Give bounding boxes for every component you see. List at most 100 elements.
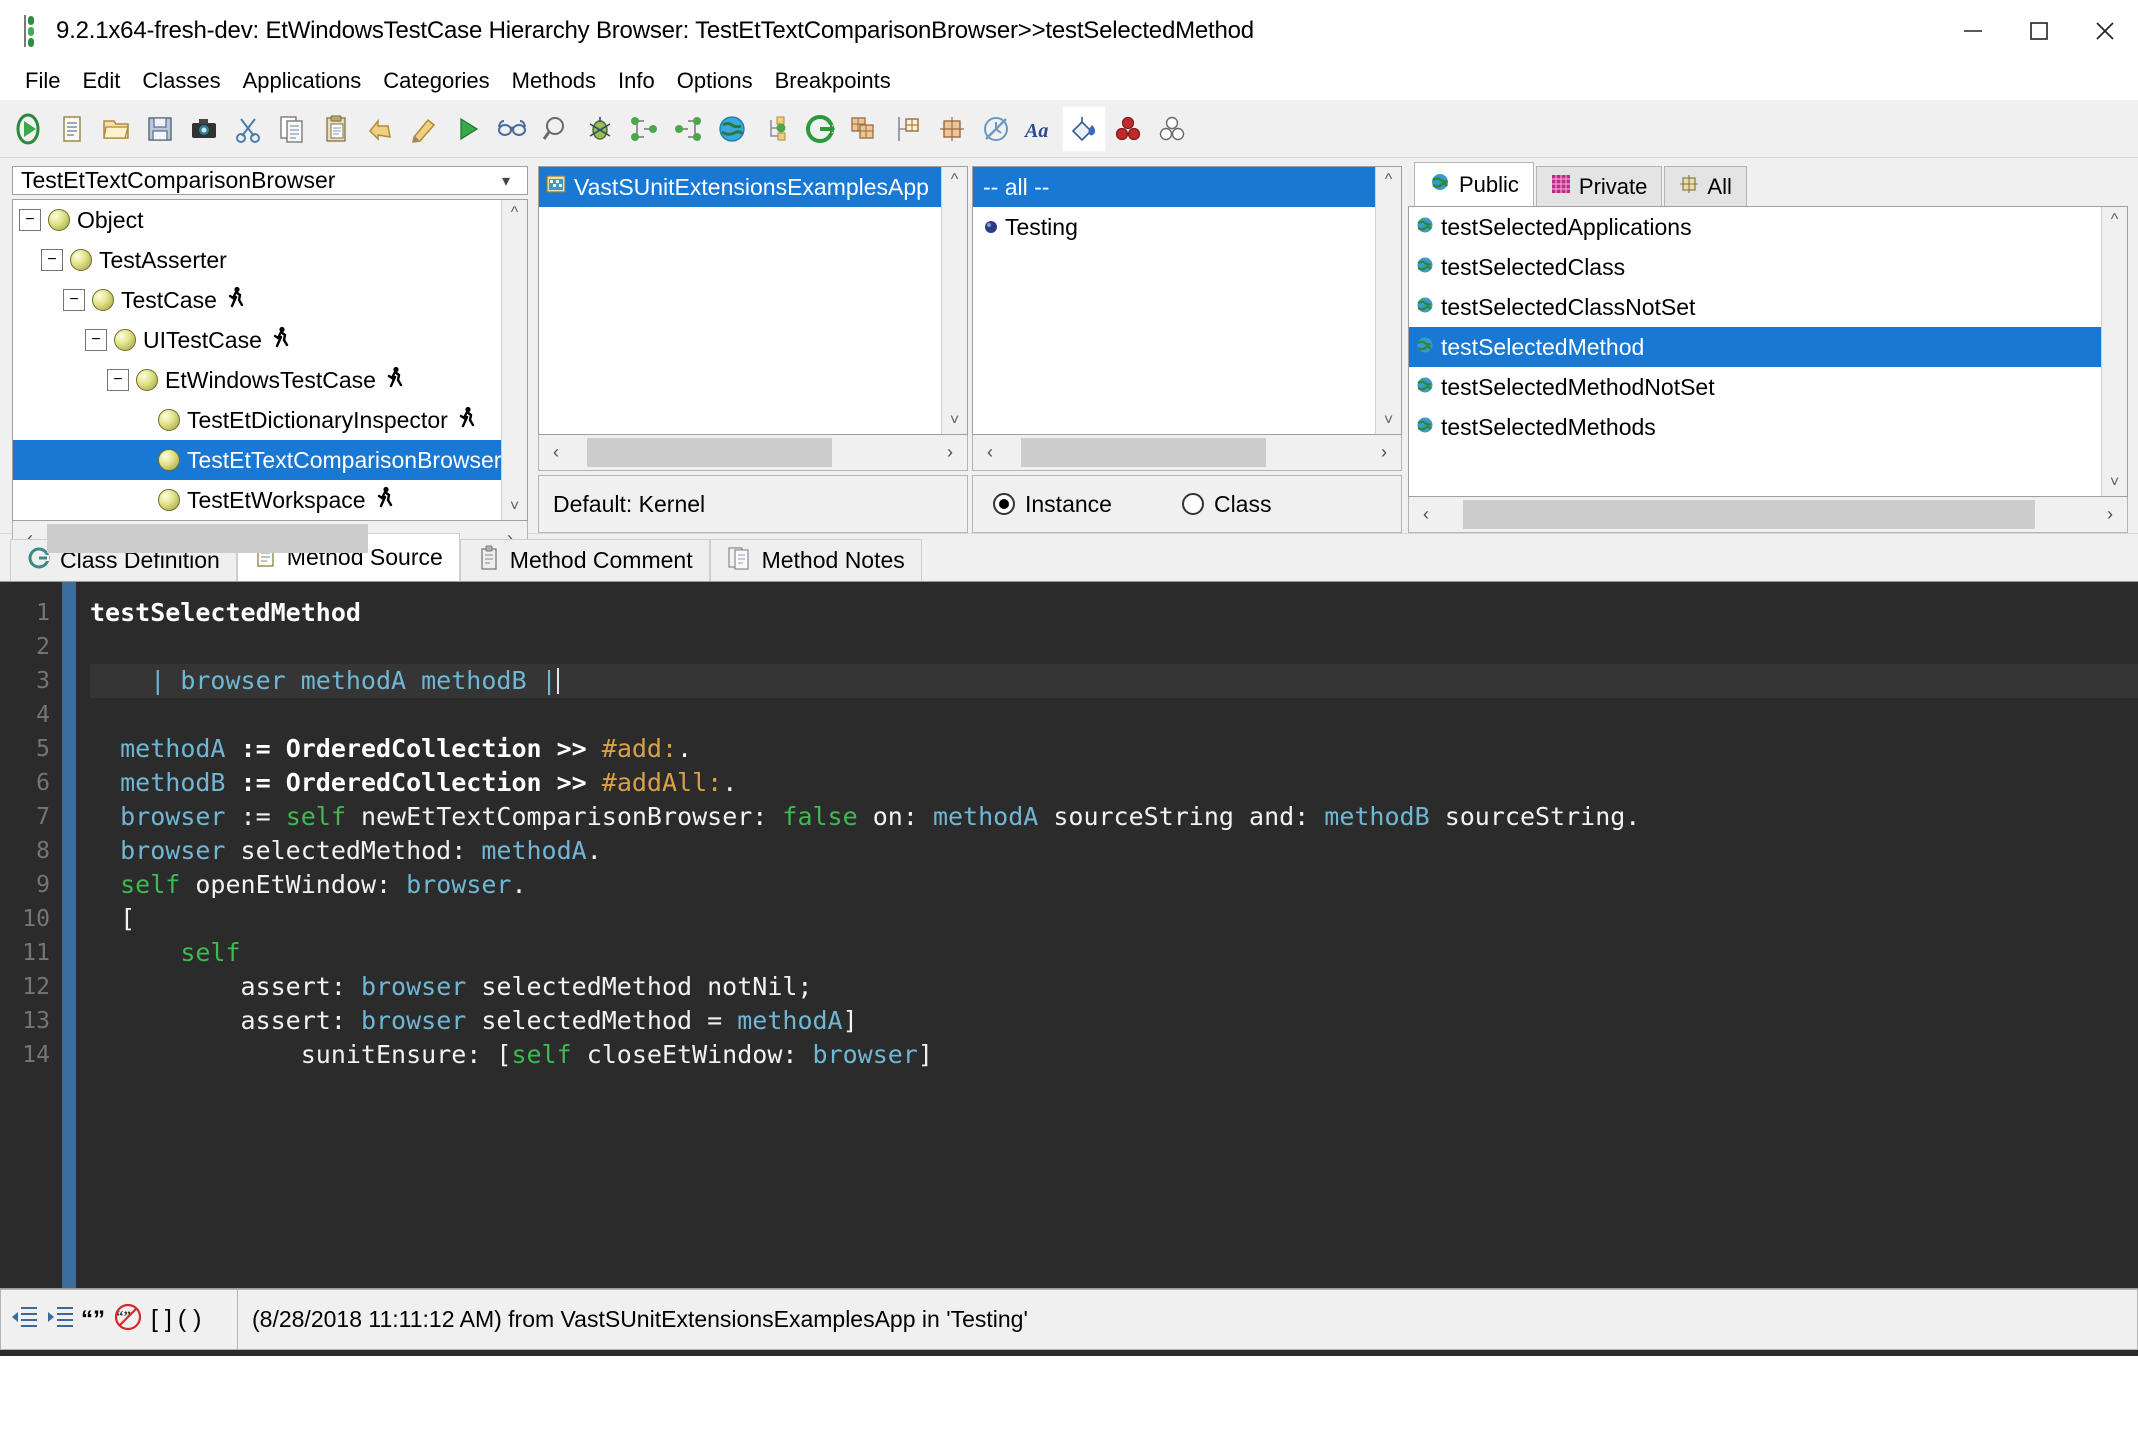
hierarchy-senders-icon[interactable] <box>622 106 666 152</box>
categories-vscrollbar[interactable]: ^ ˅ <box>1375 167 1401 434</box>
methods-hscrollbar[interactable]: ‹ › <box>1408 497 2128 533</box>
class-hierarchy-tree[interactable]: ^ ˅ − Object − TestAsserter − TestCase − UITest… <box>12 199 528 521</box>
code-line[interactable]: | browser methodA methodB | <box>90 664 2138 698</box>
tree-expander-icon[interactable]: − <box>63 289 85 311</box>
menu-file[interactable]: File <box>14 66 71 96</box>
menu-classes[interactable]: Classes <box>131 66 231 96</box>
maximize-button[interactable] <box>2006 0 2072 62</box>
scroll-up-icon[interactable]: ^ <box>1385 167 1393 193</box>
menu-info[interactable]: Info <box>607 66 666 96</box>
category-list-item[interactable]: Testing <box>973 207 1401 247</box>
code-line[interactable]: methodB := OrderedCollection >> #addAll:… <box>90 766 2138 800</box>
hscroll-track[interactable] <box>573 435 933 470</box>
class-tree-item[interactable]: TestEtDictionaryInspector <box>13 400 527 440</box>
glasses-icon[interactable] <box>490 106 534 152</box>
outdent-icon[interactable] <box>9 1303 39 1337</box>
categories-hscrollbar[interactable]: ‹ › <box>972 435 1402 471</box>
class-grid-icon[interactable] <box>930 106 974 152</box>
scroll-right-icon[interactable]: › <box>2093 504 2127 525</box>
class-tree-vscrollbar[interactable]: ^ ˅ <box>501 200 527 520</box>
class-tree-item[interactable]: TestEtWorkspace <box>13 480 527 520</box>
code-line[interactable]: assert: browser selectedMethod notNil; <box>90 970 2138 1004</box>
brackets-icon[interactable]: [ ] <box>151 1305 172 1334</box>
no-clock-icon[interactable] <box>974 106 1018 152</box>
redo-icon[interactable] <box>402 106 446 152</box>
run-icon[interactable] <box>6 106 50 152</box>
paste-icon[interactable] <box>314 106 358 152</box>
apps-vscrollbar[interactable]: ^ ˅ <box>941 167 967 434</box>
scroll-down-icon[interactable]: ˅ <box>950 408 959 434</box>
scroll-left-icon[interactable]: ‹ <box>539 442 573 463</box>
radio-class[interactable]: Class <box>1181 491 1271 518</box>
hscroll-track[interactable] <box>47 521 493 556</box>
tree-expander-icon[interactable]: − <box>41 249 63 271</box>
code-line[interactable]: assert: browser selectedMethod = methodA… <box>90 1004 2138 1038</box>
tab-method-comment[interactable]: Method Comment <box>459 539 710 581</box>
class-tree-item[interactable]: − EtWindowsTestCase <box>13 360 527 400</box>
menu-edit[interactable]: Edit <box>71 66 131 96</box>
class-tree-item[interactable]: TestEtTextComparisonBrowser <box>13 440 527 480</box>
hierarchy-implementors-icon[interactable] <box>666 106 710 152</box>
class-tree-item[interactable]: − Object <box>13 200 527 240</box>
code-line[interactable]: browser := self newEtTextComparisonBrows… <box>90 800 2138 834</box>
camera-icon[interactable] <box>182 106 226 152</box>
code-text[interactable]: testSelectedMethod | browser methodA met… <box>76 582 2138 1288</box>
cut-scissors-icon[interactable] <box>226 106 270 152</box>
tab-private[interactable]: Private <box>1535 166 1663 206</box>
tab-all[interactable]: All <box>1664 166 1747 206</box>
menu-options[interactable]: Options <box>666 66 764 96</box>
paint-bucket-icon[interactable] <box>1062 105 1106 152</box>
unquote-icon[interactable]: “” <box>111 1302 145 1338</box>
scroll-left-icon[interactable]: ‹ <box>1409 504 1443 525</box>
close-button[interactable] <box>2072 0 2138 62</box>
code-line[interactable] <box>90 698 2138 732</box>
class-table-icon[interactable] <box>886 106 930 152</box>
font-aa-icon[interactable]: Aa <box>1018 106 1062 152</box>
hscroll-track[interactable] <box>1007 435 1367 470</box>
methods-list[interactable]: ^ ˅ testSelectedApplications testSelected… <box>1408 206 2128 497</box>
parens-icon[interactable]: ( ) <box>178 1305 202 1334</box>
quote-icon[interactable]: “” <box>81 1306 105 1334</box>
method-list-item[interactable]: testSelectedClassNotSet <box>1409 287 2127 327</box>
class-tree-hscrollbar[interactable]: ‹ › <box>12 521 528 557</box>
menu-applications[interactable]: Applications <box>232 66 373 96</box>
scroll-down-icon[interactable]: ˅ <box>510 494 519 520</box>
copy-icon[interactable] <box>270 106 314 152</box>
tab-public[interactable]: Public <box>1414 162 1534 206</box>
method-list-item[interactable]: testSelectedApplications <box>1409 207 2127 247</box>
indent-icon[interactable] <box>45 1303 75 1337</box>
code-line[interactable] <box>90 630 2138 664</box>
scroll-up-icon[interactable]: ^ <box>951 167 959 193</box>
class-tree-item[interactable]: − TestCase <box>13 280 527 320</box>
menu-breakpoints[interactable]: Breakpoints <box>764 66 902 96</box>
method-list-item[interactable]: testSelectedClass <box>1409 247 2127 287</box>
hscroll-track[interactable] <box>1443 497 2093 532</box>
menu-categories[interactable]: Categories <box>372 66 500 96</box>
category-list-item[interactable]: -- all -- <box>973 167 1401 207</box>
code-line[interactable]: testSelectedMethod <box>90 596 2138 630</box>
menu-methods[interactable]: Methods <box>501 66 607 96</box>
open-folder-icon[interactable] <box>94 106 138 152</box>
scroll-left-icon[interactable]: ‹ <box>973 442 1007 463</box>
method-list-item[interactable]: testSelectedMethods <box>1409 407 2127 447</box>
class-selector-combo[interactable]: TestEtTextComparisonBrowser ▾ <box>12 166 528 195</box>
code-line[interactable]: self <box>90 936 2138 970</box>
method-list-item[interactable]: testSelectedMethod <box>1409 327 2101 367</box>
scroll-right-icon[interactable]: › <box>933 442 967 463</box>
scroll-down-icon[interactable]: ˅ <box>1384 408 1393 434</box>
application-list-item[interactable]: VastSUnitExtensionsExamplesApp <box>539 167 967 207</box>
chevron-down-icon[interactable]: ▾ <box>493 171 519 191</box>
code-line[interactable]: [ <box>90 902 2138 936</box>
tree-expander-icon[interactable]: − <box>19 209 41 231</box>
scroll-down-icon[interactable]: ˅ <box>2110 470 2119 496</box>
method-source-editor[interactable]: 1 2 3 4 5 6 7 8 9 10 11 12 13 14 testSelectedMethod |… <box>0 581 2138 1288</box>
code-line[interactable]: sunitEnsure: [self closeEtWindow: browse… <box>90 1038 2138 1072</box>
code-line[interactable]: self openEtWindow: browser. <box>90 868 2138 902</box>
radio-class-box[interactable] <box>1181 493 1204 515</box>
classes-stack-icon[interactable] <box>842 106 886 152</box>
class-tree-item[interactable]: − TestAsserter <box>13 240 527 280</box>
new-file-icon[interactable] <box>50 106 94 152</box>
categories-list[interactable]: ^ ˅ -- all -- Testing <box>972 166 1402 435</box>
radio-instance[interactable]: Instance <box>993 491 1112 518</box>
scroll-up-icon[interactable]: ^ <box>511 200 519 226</box>
